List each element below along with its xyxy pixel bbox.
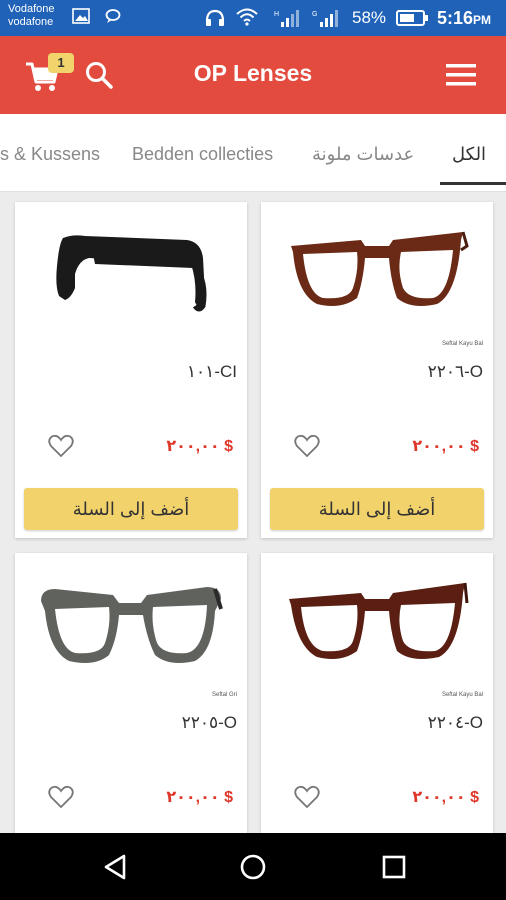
svg-text:G: G bbox=[312, 11, 317, 18]
product-name: O-٢٢٠٤ bbox=[427, 713, 483, 732]
back-icon[interactable] bbox=[100, 851, 132, 883]
brown-glasses-icon bbox=[291, 231, 469, 306]
tab-bed-collections[interactable]: Bedden collecties bbox=[132, 144, 273, 165]
image-notification-icon bbox=[72, 8, 90, 24]
product-name: O-٢٢٠٦ bbox=[427, 362, 483, 381]
status-bar: Vodafone vodafone H G 58% 5:16PM bbox=[0, 0, 506, 36]
add-to-cart-button[interactable]: أضف إلى السلة bbox=[24, 488, 238, 530]
carrier-label: Vodafone vodafone bbox=[8, 3, 55, 29]
product-price: $ ٢٠٠,٠٠ bbox=[166, 438, 233, 455]
tab-kussens[interactable]: s & Kussens bbox=[0, 144, 100, 165]
signal-strength-icon-2: G bbox=[312, 10, 338, 27]
home-icon[interactable] bbox=[237, 851, 269, 883]
brown-glasses-icon bbox=[289, 582, 469, 659]
carrier-line-2: vodafone bbox=[8, 16, 54, 28]
app-bar: 1 OP Lenses bbox=[0, 36, 506, 114]
app-title: OP Lenses bbox=[193, 60, 313, 86]
category-tabs: الكل عدسات ملونة Bedden collecties s & K… bbox=[0, 114, 506, 192]
add-to-cart-button[interactable]: أضف إلى السلة bbox=[270, 488, 484, 530]
menu-icon[interactable] bbox=[444, 60, 478, 90]
product-name: O-٢٢٠٥ bbox=[181, 713, 237, 732]
clock-time: 5:16 bbox=[437, 8, 474, 28]
tab-colored-lenses[interactable]: عدسات ملونة bbox=[312, 144, 414, 165]
product-name: CI-١٠١ bbox=[186, 362, 237, 381]
heart-icon[interactable] bbox=[293, 783, 321, 811]
clock-suffix: PM bbox=[473, 13, 492, 27]
product-price: $ ٢٠٠,٠٠ bbox=[412, 438, 479, 455]
brand-tag: Seftal Kayu Bal bbox=[441, 692, 483, 698]
active-tab-indicator bbox=[440, 182, 506, 185]
battery-percent: 58% bbox=[352, 8, 387, 27]
product-price: $ ٢٠٠,٠٠ bbox=[412, 789, 479, 806]
black-glasses-side-icon bbox=[56, 235, 207, 312]
wifi-icon bbox=[236, 8, 258, 26]
clock: 5:16PM bbox=[437, 8, 491, 29]
recents-icon[interactable] bbox=[378, 851, 410, 883]
heart-icon[interactable] bbox=[47, 783, 75, 811]
svg-text:H: H bbox=[274, 11, 279, 18]
heart-icon[interactable] bbox=[293, 432, 321, 460]
carrier-line-1: Vodafone bbox=[8, 3, 55, 15]
product-card[interactable]: Seftal Kayu Bal O-٢٢٠٦ $ ٢٠٠,٠٠ أضف إلى … bbox=[261, 202, 493, 538]
tab-all[interactable]: الكل bbox=[452, 144, 486, 165]
product-price: $ ٢٠٠,٠٠ bbox=[166, 789, 233, 806]
heart-icon[interactable] bbox=[47, 432, 75, 460]
product-card[interactable]: Seftal Kayu Bal O-٢٢٠٤ $ ٢٠٠,٠٠ bbox=[261, 553, 493, 843]
brand-tag: Seftal Kayu Bal bbox=[441, 341, 483, 347]
product-card[interactable]: CI-١٠١ $ ٢٠٠,٠٠ أضف إلى السلة bbox=[15, 202, 247, 538]
product-card[interactable]: Seftal Gri O-٢٢٠٥ $ ٢٠٠,٠٠ bbox=[15, 553, 247, 843]
battery-icon bbox=[396, 10, 428, 26]
signal-strength-icon-1: H bbox=[274, 10, 299, 27]
headset-icon bbox=[205, 9, 225, 26]
brand-tag: Seftal Gri bbox=[211, 692, 237, 698]
chat-notification-icon bbox=[105, 9, 121, 23]
system-nav-bar bbox=[0, 833, 506, 900]
grey-glasses-icon bbox=[41, 587, 223, 663]
